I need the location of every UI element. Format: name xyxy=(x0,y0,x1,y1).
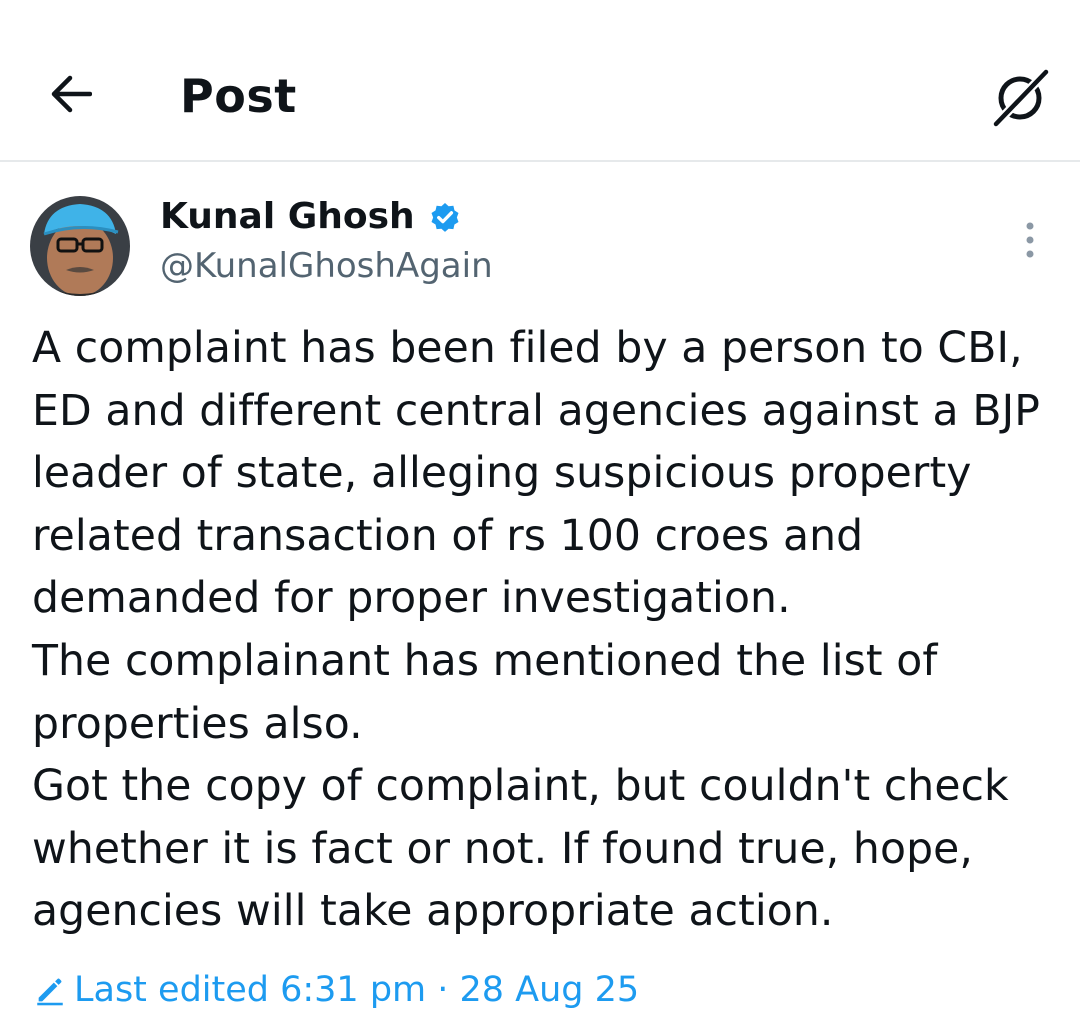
back-button[interactable] xyxy=(38,62,102,126)
post-text: A complaint has been filed by a person t… xyxy=(32,324,1040,937)
page-title: Post xyxy=(180,69,297,123)
grok-button[interactable] xyxy=(986,64,1054,132)
last-edited-link[interactable]: Last edited 6:31 pm · 28 Aug 25 xyxy=(30,962,639,1018)
author-name-row[interactable]: Kunal Ghosh xyxy=(160,191,463,243)
grok-icon xyxy=(991,67,1051,129)
avatar-image xyxy=(30,196,130,296)
verified-badge-icon[interactable] xyxy=(427,199,463,235)
last-edited-text[interactable]: Last edited 6:31 pm · 28 Aug 25 xyxy=(74,970,639,1010)
pencil-icon xyxy=(30,970,70,1010)
top-bar: Post xyxy=(0,0,1080,162)
more-options-button[interactable] xyxy=(1010,210,1050,270)
avatar[interactable] xyxy=(30,196,130,296)
more-vertical-icon xyxy=(1026,222,1034,258)
arrow-left-icon xyxy=(51,75,92,113)
display-name[interactable]: Kunal Ghosh xyxy=(160,193,415,241)
author-handle[interactable]: @KunalGhoshAgain xyxy=(160,244,493,288)
